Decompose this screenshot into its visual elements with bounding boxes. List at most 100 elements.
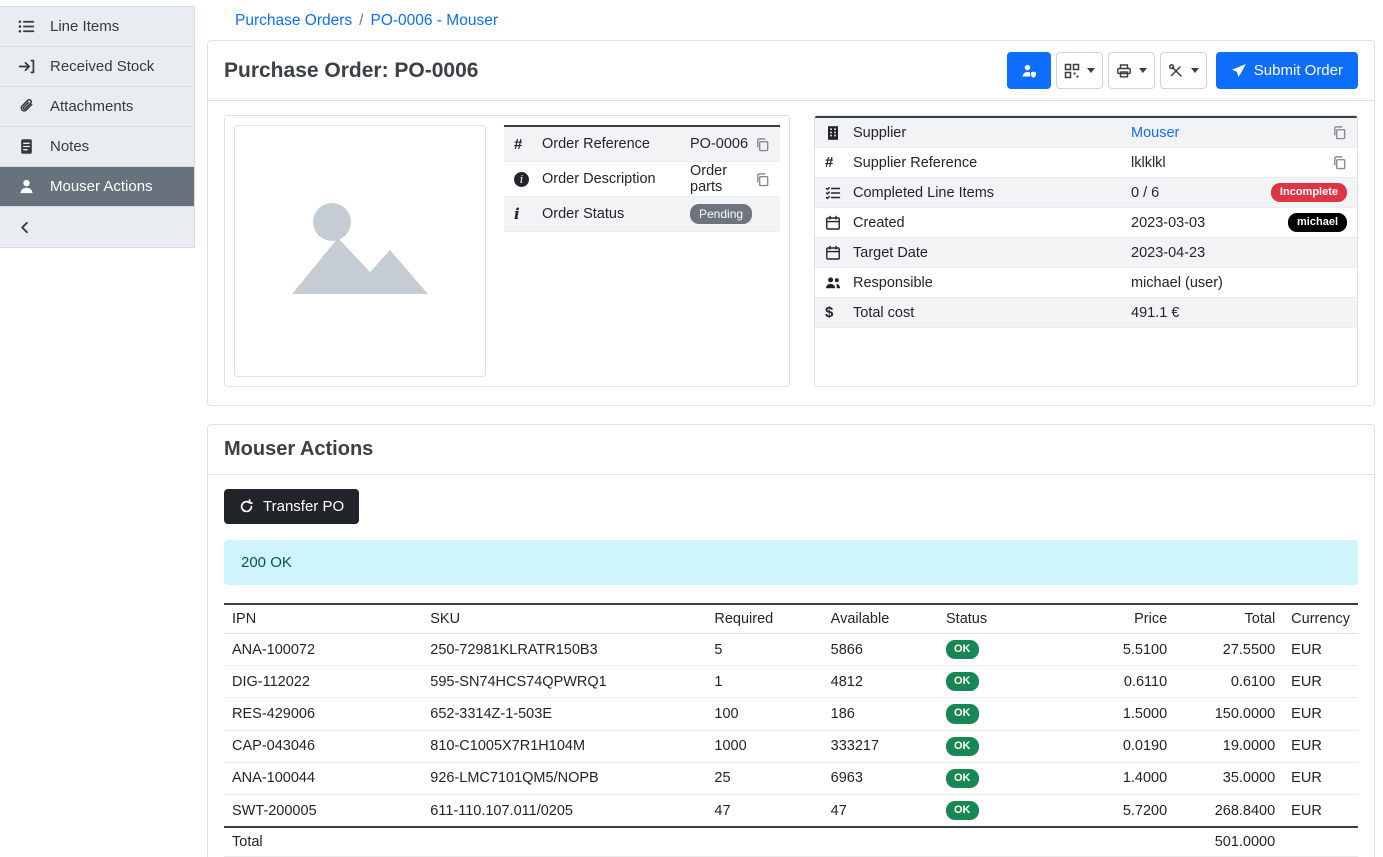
cell-price: 0.0190 bbox=[1068, 730, 1175, 762]
order-actions-button[interactable] bbox=[1160, 52, 1207, 89]
transfer-po-label: Transfer PO bbox=[263, 498, 344, 515]
copy-icon[interactable] bbox=[755, 137, 770, 152]
print-button[interactable] bbox=[1108, 52, 1155, 89]
supplier-info-panel: Supplier Mouser # Supplier Reference lkl… bbox=[814, 115, 1358, 387]
sidebar-item-line-items[interactable]: Line Items bbox=[0, 7, 194, 47]
col-sku: SKU bbox=[422, 604, 706, 634]
detail-label: Total cost bbox=[853, 305, 1131, 321]
panel-title: Mouser Actions bbox=[208, 425, 1374, 475]
image-placeholder-icon bbox=[280, 176, 440, 326]
order-reference-value: PO-0006 bbox=[690, 136, 748, 152]
cell-price: 5.7200 bbox=[1068, 794, 1175, 827]
order-toolbar: Submit Order bbox=[1007, 52, 1358, 89]
paper-plane-icon bbox=[1231, 63, 1247, 79]
sidebar-item-mouser-actions[interactable]: Mouser Actions bbox=[0, 167, 194, 207]
responsible-value: michael (user) bbox=[1131, 275, 1223, 291]
sidebar-item-attachments[interactable]: Attachments bbox=[0, 87, 194, 127]
detail-row-order-description: i Order Description Order parts bbox=[504, 162, 780, 197]
detail-label: Order Reference bbox=[542, 136, 690, 152]
cell-price: 0.6110 bbox=[1068, 666, 1175, 698]
detail-row-order-status: i Order Status Pending bbox=[504, 197, 780, 232]
admin-user-button[interactable] bbox=[1007, 52, 1051, 89]
cell-price: 1.5000 bbox=[1068, 698, 1175, 730]
caret-down-icon bbox=[1087, 68, 1095, 73]
cell-total: 35.0000 bbox=[1175, 762, 1283, 794]
sidebar-item-received-stock[interactable]: Received Stock bbox=[0, 47, 194, 87]
cell-total: 150.0000 bbox=[1175, 698, 1283, 730]
detail-label: Target Date bbox=[853, 245, 1131, 261]
cell-required: 5 bbox=[706, 634, 822, 666]
cell-price: 1.4000 bbox=[1068, 762, 1175, 794]
building-icon bbox=[825, 125, 853, 141]
copy-icon[interactable] bbox=[1332, 155, 1347, 170]
main-content: Purchase Orders/PO-0006 - Mouser Purchas… bbox=[195, 0, 1383, 794]
receive-stock-icon bbox=[18, 58, 35, 75]
order-image-placeholder bbox=[234, 125, 486, 377]
supplier-link[interactable]: Mouser bbox=[1131, 125, 1179, 141]
copy-icon[interactable] bbox=[1332, 125, 1347, 140]
cell-ipn: ANA-100044 bbox=[224, 762, 422, 794]
table-row: SWT-200005 611-110.107.011/0205 47 47 OK… bbox=[224, 794, 1358, 827]
ok-badge: OK bbox=[946, 769, 979, 788]
table-total-row: Total 501.0000 bbox=[224, 827, 1358, 857]
cell-available: 333217 bbox=[823, 730, 938, 762]
cell-available: 47 bbox=[823, 794, 938, 827]
cell-currency: EUR bbox=[1283, 634, 1358, 666]
cell-required: 47 bbox=[706, 794, 822, 827]
cell-ipn: CAP-043046 bbox=[224, 730, 422, 762]
copy-icon[interactable] bbox=[755, 172, 770, 187]
col-currency: Currency bbox=[1283, 604, 1358, 634]
order-info-panel: # Order Reference PO-0006 i Order Descri… bbox=[224, 115, 790, 387]
col-required: Required bbox=[706, 604, 822, 634]
cell-sku: 595-SN74HCS74QPWRQ1 bbox=[422, 666, 706, 698]
detail-row-completed-line-items: Completed Line Items 0 / 6 Incomplete bbox=[815, 178, 1357, 208]
checklist-icon bbox=[825, 185, 853, 201]
ok-badge: OK bbox=[946, 801, 979, 820]
notes-icon bbox=[18, 138, 35, 155]
detail-label: Supplier bbox=[853, 125, 1131, 141]
ok-badge: OK bbox=[946, 640, 979, 659]
dollar-icon: $ bbox=[825, 304, 853, 321]
supplier-details-table: Supplier Mouser # Supplier Reference lkl… bbox=[815, 116, 1357, 328]
transfer-po-button[interactable]: Transfer PO bbox=[224, 489, 359, 524]
cell-required: 1000 bbox=[706, 730, 822, 762]
order-status-badge: Pending bbox=[690, 204, 752, 224]
info-circle-icon: i bbox=[514, 172, 542, 187]
cell-available: 6963 bbox=[823, 762, 938, 794]
parts-table: IPN SKU Required Available Status Price … bbox=[224, 603, 1358, 857]
paperclip-icon bbox=[18, 98, 35, 115]
table-row: ANA-100072 250-72981KLRATR150B3 5 5866 O… bbox=[224, 634, 1358, 666]
detail-row-target-date: Target Date 2023-04-23 bbox=[815, 238, 1357, 268]
refresh-icon bbox=[239, 499, 254, 514]
breadcrumb-link-current-order[interactable]: PO-0006 - Mouser bbox=[370, 12, 498, 29]
cell-status: OK bbox=[938, 698, 1068, 730]
cell-status: OK bbox=[938, 666, 1068, 698]
col-available: Available bbox=[823, 604, 938, 634]
sidebar: Line Items Received Stock Attachments No… bbox=[0, 6, 195, 248]
breadcrumb-link-purchase-orders[interactable]: Purchase Orders bbox=[235, 12, 352, 29]
total-label: Total bbox=[224, 827, 1175, 857]
users-icon bbox=[825, 275, 853, 291]
cell-sku: 250-72981KLRATR150B3 bbox=[422, 634, 706, 666]
col-price: Price bbox=[1068, 604, 1175, 634]
incomplete-badge: Incomplete bbox=[1271, 183, 1347, 202]
detail-row-order-reference: # Order Reference PO-0006 bbox=[504, 127, 780, 162]
sidebar-item-notes[interactable]: Notes bbox=[0, 127, 194, 167]
cell-total: 27.5500 bbox=[1175, 634, 1283, 666]
col-ipn: IPN bbox=[224, 604, 422, 634]
barcode-actions-button[interactable] bbox=[1056, 52, 1103, 89]
submit-order-label: Submit Order bbox=[1254, 62, 1343, 79]
sidebar-collapse-button[interactable] bbox=[0, 207, 194, 247]
cell-available: 4812 bbox=[823, 666, 938, 698]
detail-row-supplier: Supplier Mouser bbox=[815, 118, 1357, 148]
table-row: ANA-100044 926-LMC7101QM5/NOPB 25 6963 O… bbox=[224, 762, 1358, 794]
printer-icon bbox=[1116, 63, 1132, 79]
table-row: CAP-043046 810-C1005X7R1H104M 1000 33321… bbox=[224, 730, 1358, 762]
ok-badge: OK bbox=[946, 672, 979, 691]
cell-ipn: RES-429006 bbox=[224, 698, 422, 730]
detail-label: Supplier Reference bbox=[853, 155, 1131, 171]
submit-order-button[interactable]: Submit Order bbox=[1216, 52, 1358, 89]
status-alert: 200 OK bbox=[224, 540, 1358, 585]
table-row: RES-429006 652-3314Z-1-503E 100 186 OK 1… bbox=[224, 698, 1358, 730]
app-root: Line Items Received Stock Attachments No… bbox=[0, 0, 1383, 794]
